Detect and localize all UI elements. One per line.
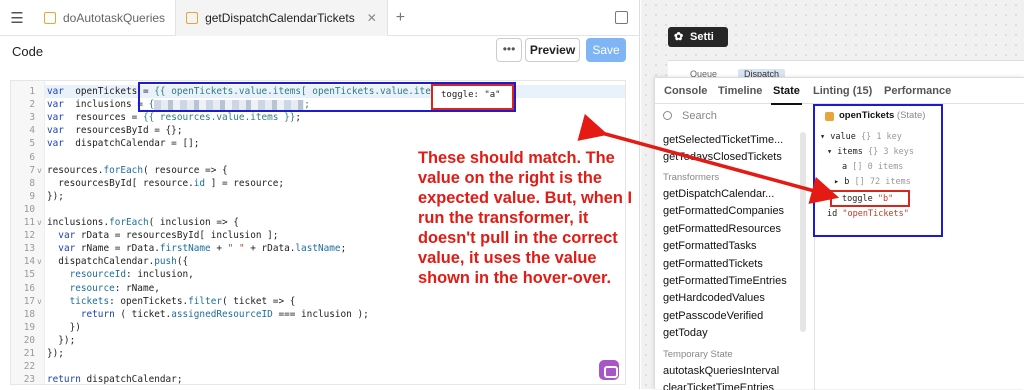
double-arrow [577, 113, 840, 204]
annotation-arrows [577, 113, 840, 204]
